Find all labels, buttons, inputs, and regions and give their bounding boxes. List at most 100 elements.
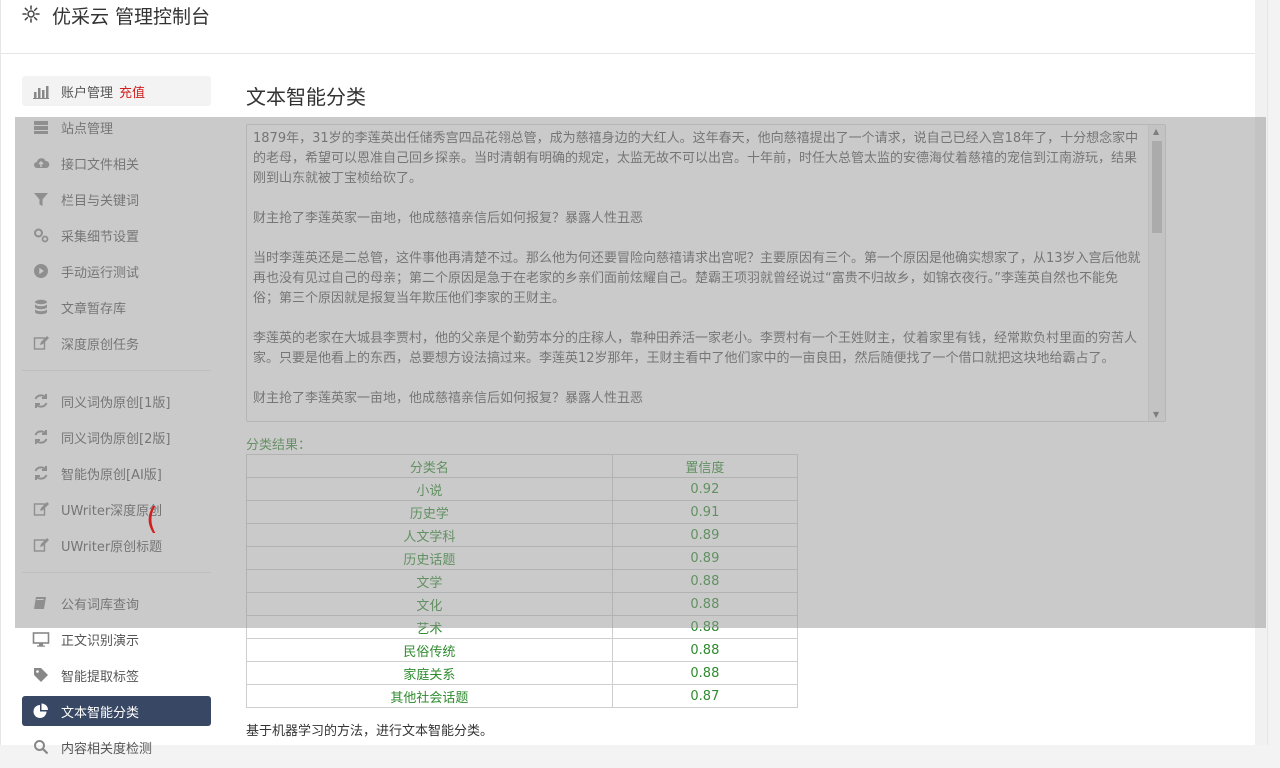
sidebar-item[interactable]: 内容相关度检测 (22, 732, 211, 762)
sidebar-item-label: 栏目与关键词 (61, 193, 140, 209)
description-text: 基于机器学习的方法，进行文本智能分类。 (246, 724, 494, 739)
sidebar-item[interactable]: 文章暂存库 (22, 292, 211, 322)
table-row: 历史学 0.91 (246, 500, 799, 524)
sidebar-item[interactable]: 同义词伪原创[2版] (22, 422, 211, 452)
sidebar-item-label: 文本智能分类 (61, 705, 140, 721)
app-title: 优采云 管理控制台 (52, 6, 211, 28)
textarea-content: 1879年，31岁的李莲英出任储秀宫四品花翎总管，成为慈禧身边的大红人。这年春天… (253, 129, 1143, 421)
edit-icon (32, 500, 50, 518)
table-row: 历史话题 0.89 (246, 546, 799, 570)
sidebar-item-label: 同义词伪原创[1版] (61, 395, 171, 411)
monitor-icon (32, 630, 50, 648)
sidebar-item[interactable]: 正文识别演示 (22, 624, 211, 654)
table-row: 家庭关系 0.88 (246, 661, 799, 685)
gear-icon[interactable] (21, 4, 41, 24)
sidebar-item[interactable]: UWriter深度原创 (22, 494, 211, 524)
category-cell: 历史学 (246, 500, 613, 524)
confidence-cell: 0.91 (611, 500, 799, 524)
edit-icon (32, 536, 50, 554)
scroll-down-icon[interactable]: ▼ (1153, 410, 1159, 419)
textarea-scrollbar[interactable]: ▲ ▼ (1148, 125, 1165, 421)
text-paragraph: 财主抢了李莲英家一亩地，他成慈禧亲信后如何报复？暴露人性丑恶 (253, 391, 644, 406)
refresh-icon (32, 428, 50, 446)
table-row: 民俗传统 0.88 (246, 638, 799, 662)
sidebar-item[interactable]: 接口文件相关 (22, 148, 211, 178)
scroll-thumb[interactable] (1152, 141, 1162, 233)
sidebar-item-label: 智能伪原创[AI版] (61, 467, 162, 483)
refresh-icon (32, 464, 50, 482)
page-title: 文本智能分类 (246, 85, 366, 109)
pie-chart-icon (32, 702, 50, 720)
app-window: 优采云 管理控制台 账户管理 充值 站点管理 接口文件相关 栏目与关键词 采集细节设置 手动… (0, 0, 1268, 757)
sidebar-item-label: UWriter原创标题 (61, 539, 163, 555)
category-cell: 其他社会话题 (246, 684, 613, 708)
category-cell: 人文学科 (246, 523, 613, 547)
input-textarea[interactable]: 1879年，31岁的李莲英出任储秀宫四品花翎总管，成为慈禧身边的大红人。这年春天… (246, 124, 1166, 422)
sidebar-item[interactable]: 账户管理 充值 (22, 76, 211, 106)
category-cell: 文学 (246, 569, 613, 593)
table-row: 艺术 0.88 (246, 615, 799, 639)
sidebar-item-label: 手动运行测试 (61, 265, 140, 281)
sidebar-item-label: 账户管理 (61, 85, 114, 101)
sidebar-item-label: 接口文件相关 (61, 157, 140, 173)
nav-divider (22, 572, 211, 573)
cloud-upload-icon (32, 154, 50, 172)
table-row: 人文学科 0.89 (246, 523, 799, 547)
sidebar-item-label: 采集细节设置 (61, 229, 140, 245)
text-paragraph: 李莲英的老家在大城县李贾村，他的父亲是个勤劳本分的庄稼人，靠种田养活一家老小。李… (253, 331, 1138, 366)
col-confidence-header: 置信度 (611, 454, 799, 478)
table-row: 文学 0.88 (246, 569, 799, 593)
confidence-cell: 0.92 (611, 477, 799, 501)
table-row: 其他社会话题 0.87 (246, 684, 799, 708)
sidebar-item[interactable]: 手动运行测试 (22, 256, 211, 286)
edit-icon (32, 334, 50, 352)
database-icon (32, 298, 50, 316)
sidebar-item[interactable]: UWriter原创标题 (22, 530, 211, 560)
table-header-row: 分类名 置信度 (246, 454, 799, 478)
category-cell: 历史话题 (246, 546, 613, 570)
text-paragraph: 1879年，31岁的李莲英出任储秀宫四品花翎总管，成为慈禧身边的大红人。这年春天… (253, 131, 1139, 186)
table-row: 小说 0.92 (246, 477, 799, 501)
table-row: 文化 0.88 (246, 592, 799, 616)
text-paragraph: 当时李莲英还是二总管，这件事他再清楚不过。那么他为何还要冒险向慈禧请求出宫呢？主… (253, 251, 1141, 306)
search-icon (32, 738, 50, 756)
sidebar-item[interactable]: 深度原创任务 (22, 328, 211, 358)
confidence-cell: 0.88 (611, 592, 799, 616)
recharge-link[interactable]: 充值 (119, 82, 145, 101)
category-cell: 艺术 (246, 615, 613, 639)
page-scrollbar[interactable] (1255, 0, 1267, 745)
sidebar-item[interactable]: 同义词伪原创[1版] (22, 386, 211, 416)
scroll-up-icon[interactable]: ▲ (1153, 127, 1159, 136)
col-category-header: 分类名 (246, 454, 613, 478)
sidebar-item-label: 正文识别演示 (61, 633, 140, 649)
play-circle-icon (32, 262, 50, 280)
category-cell: 民俗传统 (246, 638, 613, 662)
sidebar-item-label: 智能提取标签 (61, 669, 140, 685)
sidebar-item[interactable]: 文本智能分类 (22, 696, 211, 726)
confidence-cell: 0.89 (611, 523, 799, 547)
confidence-cell: 0.88 (611, 569, 799, 593)
cogs-icon (32, 226, 50, 244)
confidence-cell: 0.87 (611, 684, 799, 708)
refresh-icon (32, 392, 50, 410)
sidebar-item-label: 同义词伪原创[2版] (61, 431, 171, 447)
category-cell: 小说 (246, 477, 613, 501)
results-table: 分类名 置信度 小说 0.92 历史学 0.91 人文学科 0.89 历史话题 0.89 文学 0… (246, 454, 799, 708)
sidebar-item[interactable]: 公有词库查询 (22, 588, 211, 618)
book-icon (32, 594, 50, 612)
sidebar-item-label: 内容相关度检测 (61, 741, 153, 757)
loading-spinner: ( (146, 502, 158, 537)
sidebar-item[interactable]: 栏目与关键词 (22, 184, 211, 214)
sidebar-item[interactable]: 智能提取标签 (22, 660, 211, 690)
confidence-cell: 0.88 (611, 638, 799, 662)
sidebar-item-label: 深度原创任务 (61, 337, 140, 353)
category-cell: 家庭关系 (246, 661, 613, 685)
main-content: 文本智能分类 1879年，31岁的李莲英出任储秀宫四品花翎总管，成为慈禧身边的大… (246, 76, 1166, 739)
sidebar-item[interactable]: 采集细节设置 (22, 220, 211, 250)
server-icon (32, 118, 50, 136)
sidebar-item-label: 公有词库查询 (61, 597, 140, 613)
sidebar-item[interactable]: 智能伪原创[AI版] (22, 458, 211, 488)
confidence-cell: 0.89 (611, 546, 799, 570)
sidebar-item[interactable]: 站点管理 (22, 112, 211, 142)
result-label: 分类结果： (246, 438, 312, 453)
